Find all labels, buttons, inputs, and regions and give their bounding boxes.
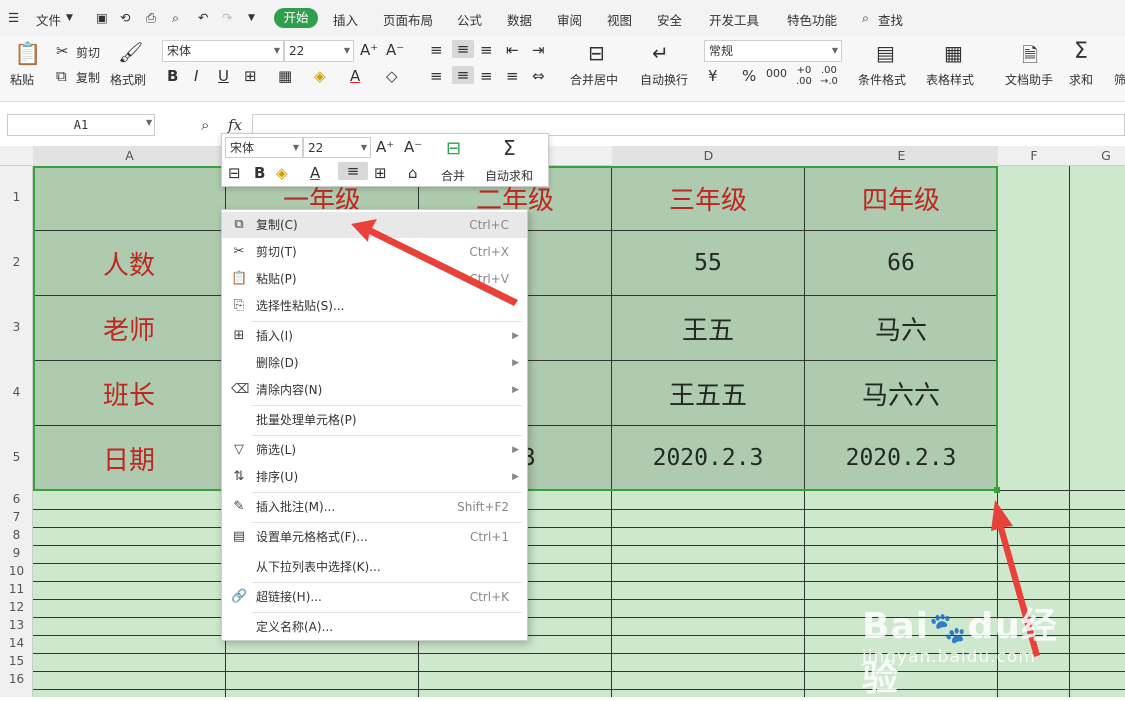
baidu-jingyan-watermark: Bai🐾du经验 jingyan.baidu.com <box>862 575 1092 699</box>
arrow-to-copy <box>351 219 518 306</box>
paw-icon: 🐾 <box>929 611 968 646</box>
watermark-brand2: du <box>967 606 1021 647</box>
watermark-brand: Bai <box>862 606 930 647</box>
watermark-url: jingyan.baidu.com <box>862 647 1036 667</box>
